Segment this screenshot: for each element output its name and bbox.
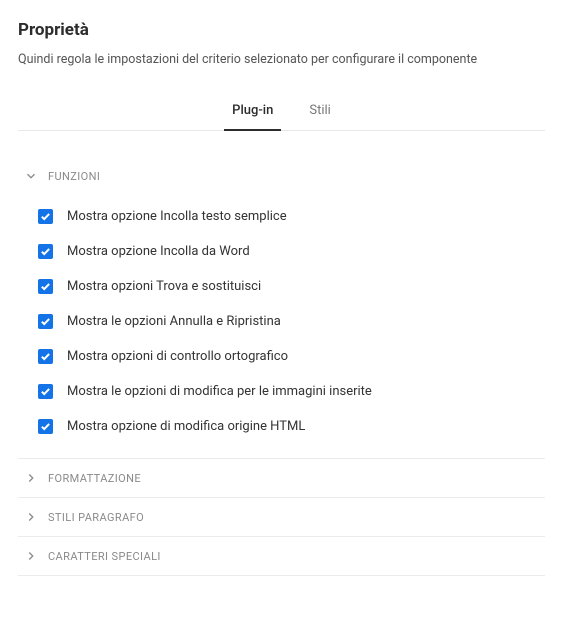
option-paste-plain: Mostra opzione Incolla testo semplice [38, 199, 545, 234]
section-stili-paragrafo-header[interactable]: STILI PARAGRAFO [18, 498, 545, 536]
tab-bar: Plug-in Stili [18, 95, 545, 131]
checkbox-html-source[interactable] [38, 419, 53, 434]
checkbox-paste-word[interactable] [38, 244, 53, 259]
tab-styles[interactable]: Stili [305, 95, 334, 130]
section-formattazione-header[interactable]: FORMATTAZIONE [18, 459, 545, 497]
page-subtitle: Quindi regola le impostazioni del criter… [18, 52, 545, 67]
option-html-source-label: Mostra opzione di modifica origine HTML [67, 419, 305, 434]
option-html-source: Mostra opzione di modifica origine HTML [38, 409, 545, 444]
option-find-replace: Mostra opzioni Trova e sostituisci [38, 269, 545, 304]
option-find-replace-label: Mostra opzioni Trova e sostituisci [67, 279, 261, 294]
section-caratteri-speciali: CARATTERI SPECIALI [18, 537, 545, 576]
option-spellcheck: Mostra opzioni di controllo ortografico [38, 339, 545, 374]
checkbox-spellcheck[interactable] [38, 349, 53, 364]
option-paste-word: Mostra opzione Incolla da Word [38, 234, 545, 269]
option-undo-redo: Mostra le opzioni Annulla e Ripristina [38, 304, 545, 339]
option-paste-plain-label: Mostra opzione Incolla testo semplice [67, 209, 287, 224]
chevron-right-icon [24, 549, 38, 563]
page-title: Proprietà [18, 20, 545, 40]
section-funzioni-title: FUNZIONI [48, 170, 100, 183]
option-spellcheck-label: Mostra opzioni di controllo ortografico [67, 349, 288, 364]
section-funzioni: FUNZIONI Mostra opzione Incolla testo se… [18, 157, 545, 459]
section-funzioni-body: Mostra opzione Incolla testo semplice Mo… [18, 195, 545, 458]
section-formattazione-title: FORMATTAZIONE [48, 472, 141, 485]
section-stili-paragrafo: STILI PARAGRAFO [18, 498, 545, 537]
section-funzioni-header[interactable]: FUNZIONI [18, 157, 545, 195]
checkbox-undo-redo[interactable] [38, 314, 53, 329]
chevron-down-icon [24, 169, 38, 183]
section-caratteri-speciali-header[interactable]: CARATTERI SPECIALI [18, 537, 545, 575]
option-image-edit-label: Mostra le opzioni di modifica per le imm… [67, 384, 372, 399]
checkbox-paste-plain[interactable] [38, 209, 53, 224]
option-image-edit: Mostra le opzioni di modifica per le imm… [38, 374, 545, 409]
tab-plugin[interactable]: Plug-in [228, 95, 277, 130]
section-stili-paragrafo-title: STILI PARAGRAFO [48, 511, 144, 524]
option-undo-redo-label: Mostra le opzioni Annulla e Ripristina [67, 314, 281, 329]
option-paste-word-label: Mostra opzione Incolla da Word [67, 244, 250, 259]
section-caratteri-speciali-title: CARATTERI SPECIALI [48, 550, 161, 563]
checkbox-find-replace[interactable] [38, 279, 53, 294]
chevron-right-icon [24, 510, 38, 524]
checkbox-image-edit[interactable] [38, 384, 53, 399]
chevron-right-icon [24, 471, 38, 485]
section-formattazione: FORMATTAZIONE [18, 459, 545, 498]
